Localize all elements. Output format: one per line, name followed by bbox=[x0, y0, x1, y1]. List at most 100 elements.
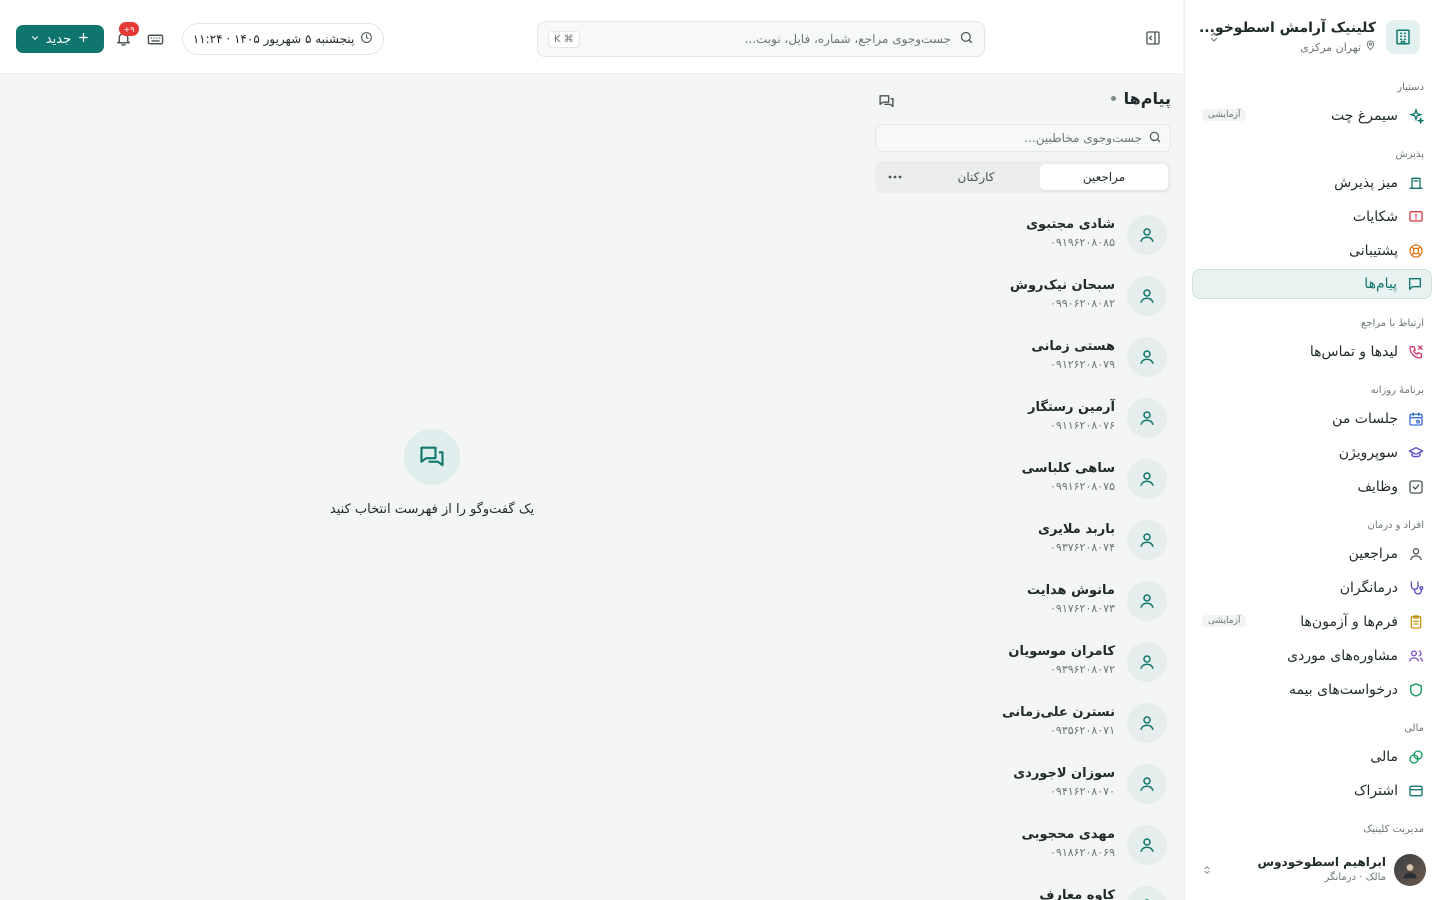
sidebar-item-finance[interactable]: مالی bbox=[1192, 742, 1432, 772]
contact-name: باربد ملایری bbox=[1038, 522, 1115, 537]
list-item[interactable]: ساهی کلباسی ۰۹۹۱۶۲۰۸۰۷۵ bbox=[864, 455, 1183, 516]
list-item[interactable]: نسترن علی‌زمانی ۰۹۳۵۶۲۰۸۰۷۱ bbox=[864, 699, 1183, 760]
list-item[interactable]: هستی زمانی ۰۹۱۲۶۲۰۸۰۷۹ bbox=[864, 333, 1183, 394]
shortcut-hint: ⌘ K bbox=[548, 30, 580, 48]
user-menu[interactable]: ابراهیم اسطوخودوس مالک · درمانگر bbox=[1199, 852, 1426, 888]
alert-icon bbox=[1408, 209, 1424, 225]
search-icon bbox=[959, 30, 974, 49]
user-icon bbox=[1127, 764, 1167, 804]
sidebar-item-label: مالی bbox=[1370, 749, 1398, 765]
sidebar-item-label: لیدها و تماس‌ها bbox=[1309, 344, 1398, 360]
plus-icon bbox=[77, 31, 90, 48]
sidebar-item-tasks[interactable]: وظایف bbox=[1192, 472, 1432, 502]
sidebar-item-label: پیام‌ها bbox=[1364, 276, 1397, 292]
contact-search-input[interactable] bbox=[884, 131, 1142, 145]
sidebar-item-reception-desk[interactable]: میز پذیرش bbox=[1192, 168, 1432, 198]
user-icon bbox=[1127, 215, 1167, 255]
contact-name: ساهی کلباسی bbox=[1021, 461, 1115, 476]
sidebar-item-subscription[interactable]: اشتراک bbox=[1192, 776, 1432, 806]
clipboard-icon bbox=[1408, 614, 1424, 630]
section-reception: پذیرش bbox=[1395, 149, 1424, 160]
user-icon bbox=[1127, 276, 1167, 316]
section-assistant: دستیار bbox=[1397, 82, 1424, 93]
keyboard-icon[interactable] bbox=[145, 29, 165, 49]
sidebar-item-forms-tests[interactable]: فرم‌ها و آزمون‌ها آزمایشی bbox=[1192, 607, 1432, 637]
sidebar-item-case-consultations[interactable]: مشاوره‌های موردی bbox=[1192, 641, 1432, 671]
sidebar-item-label: میز پذیرش bbox=[1334, 175, 1398, 191]
contact-name: مانوش هدایت bbox=[1026, 583, 1115, 598]
new-button[interactable]: جدید bbox=[16, 25, 104, 53]
section-daily-program: برنامهٔ روزانه bbox=[1370, 385, 1424, 396]
sidebar-item-label: مراجعین bbox=[1348, 546, 1398, 562]
contact-name: سبحان نیک‌روش bbox=[1010, 278, 1115, 293]
contact-name: نسترن علی‌زمانی bbox=[1002, 705, 1115, 720]
credit-card-icon bbox=[1408, 783, 1424, 799]
contact-search[interactable] bbox=[875, 124, 1171, 152]
desk-icon bbox=[1408, 175, 1424, 191]
sidebar-item-support[interactable]: پشتیبانی bbox=[1192, 236, 1432, 266]
contact-phone: ۰۹۹۱۶۲۰۸۰۷۵ bbox=[1050, 480, 1115, 493]
sidebar-item-complaints[interactable]: شکایات bbox=[1192, 202, 1432, 232]
list-item[interactable]: باربد ملایری ۰۹۳۷۶۲۰۸۰۷۴ bbox=[864, 516, 1183, 577]
contact-name: مهدی محجوبی bbox=[1021, 827, 1115, 842]
list-item[interactable]: کاوه معارف bbox=[864, 882, 1183, 900]
sidebar-item-therapists[interactable]: درمانگران bbox=[1192, 573, 1432, 603]
phone-missed-icon bbox=[1408, 344, 1424, 360]
contact-phone: ۰۹۴۱۶۲۰۸۰۷۰ bbox=[1050, 785, 1115, 798]
contact-phone: ۰۹۳۷۶۲۰۸۰۷۴ bbox=[1050, 541, 1115, 554]
contact-phone: ۰۹۳۹۶۲۰۸۰۷۲ bbox=[1050, 663, 1115, 676]
list-item[interactable]: آرمین رستگار ۰۹۱۱۶۲۰۸۰۷۶ bbox=[864, 394, 1183, 455]
datetime-pill: پنجشنبه ۵ شهریور ۱۴۰۵ · ۱۱:۲۴ bbox=[182, 23, 384, 55]
user-icon bbox=[1408, 546, 1424, 562]
sidebar-item-label: فرم‌ها و آزمون‌ها bbox=[1300, 614, 1398, 630]
sidebar-item-insurance-requests[interactable]: درخواست‌های بیمه bbox=[1192, 675, 1432, 705]
user-icon bbox=[1127, 642, 1167, 682]
contact-phone: ۰۹۱۲۶۲۰۸۰۷۹ bbox=[1050, 358, 1115, 371]
clinic-location-text: تهران مرکزی bbox=[1300, 40, 1361, 54]
clinic-switcher[interactable]: کلینیک آرامش اسطوخو... تهران مرکزی bbox=[1199, 18, 1422, 58]
user-icon bbox=[1127, 581, 1167, 621]
list-item[interactable]: کامران موسویان ۰۹۳۹۶۲۰۸۰۷۲ bbox=[864, 638, 1183, 699]
sidebar-item-supervision[interactable]: سوپرویژن bbox=[1192, 438, 1432, 468]
section-client-relations: ارتباط با مراجع bbox=[1360, 318, 1424, 329]
section-people-treatment: افراد و درمان bbox=[1367, 520, 1424, 531]
sidebar-item-label: پشتیبانی bbox=[1349, 243, 1398, 259]
checkbox-icon bbox=[1408, 479, 1424, 495]
sidebar-toggle-icon[interactable] bbox=[1143, 28, 1163, 48]
new-chat-icon[interactable] bbox=[876, 91, 896, 111]
list-item[interactable]: شادی مجتبوی ۰۹۱۹۶۲۰۸۰۸۵ bbox=[864, 211, 1183, 272]
sidebar-item-leads-calls[interactable]: لیدها و تماس‌ها bbox=[1192, 337, 1432, 367]
messages-title-text: پیام‌ها bbox=[1123, 89, 1171, 108]
lifebuoy-icon bbox=[1408, 243, 1424, 259]
list-item[interactable]: مهدی محجوبی ۰۹۱۸۶۲۰۸۰۶۹ bbox=[864, 821, 1183, 882]
chevrons-up-down-icon[interactable] bbox=[1205, 28, 1223, 46]
global-search[interactable]: ⌘ K bbox=[537, 21, 985, 57]
tab-clients[interactable]: مراجعین bbox=[1040, 164, 1168, 190]
new-button-label: جدید bbox=[45, 31, 72, 47]
notification-count: ۹+ bbox=[119, 22, 139, 36]
tab-staff[interactable]: کارکنان bbox=[912, 164, 1040, 190]
topbar: ⌘ K پنجشنبه ۵ شهریور ۱۴۰۵ · ۱۱:۲۴ ۹+ جدی… bbox=[0, 0, 1183, 74]
section-finance: مالی bbox=[1404, 723, 1424, 734]
coins-icon bbox=[1408, 749, 1424, 765]
search-input[interactable] bbox=[587, 32, 951, 46]
user-icon bbox=[1127, 825, 1167, 865]
chevron-down-icon bbox=[30, 32, 40, 47]
sidebar-item-messages[interactable]: پیام‌ها bbox=[1192, 269, 1432, 299]
sparkles-icon bbox=[1408, 108, 1424, 124]
chevrons-up-down-icon[interactable] bbox=[1199, 862, 1215, 878]
trial-badge: آزمایشی bbox=[1202, 109, 1247, 121]
users-icon bbox=[1408, 648, 1424, 664]
sidebar-item-clients[interactable]: مراجعین bbox=[1192, 539, 1432, 569]
building-icon bbox=[1386, 20, 1420, 54]
contact-name: کامران موسویان bbox=[1008, 644, 1115, 659]
sidebar-item-my-sessions[interactable]: جلسات من bbox=[1192, 404, 1432, 434]
sidebar-item-label: سوپرویژن bbox=[1338, 445, 1398, 461]
sidebar-item-label: جلسات من bbox=[1332, 411, 1398, 427]
list-item[interactable]: سوزان لاجوردی ۰۹۴۱۶۲۰۸۰۷۰ bbox=[864, 760, 1183, 821]
list-item[interactable]: سبحان نیک‌روش ۰۹۹۰۶۲۰۸۰۸۲ bbox=[864, 272, 1183, 333]
trial-badge: آزمایشی bbox=[1202, 615, 1247, 627]
more-icon[interactable] bbox=[878, 175, 912, 179]
list-item[interactable]: مانوش هدایت ۰۹۱۷۶۲۰۸۰۷۳ bbox=[864, 577, 1183, 638]
sidebar-item-simorgh-chat[interactable]: سیمرغ چت آزمایشی bbox=[1192, 101, 1432, 131]
